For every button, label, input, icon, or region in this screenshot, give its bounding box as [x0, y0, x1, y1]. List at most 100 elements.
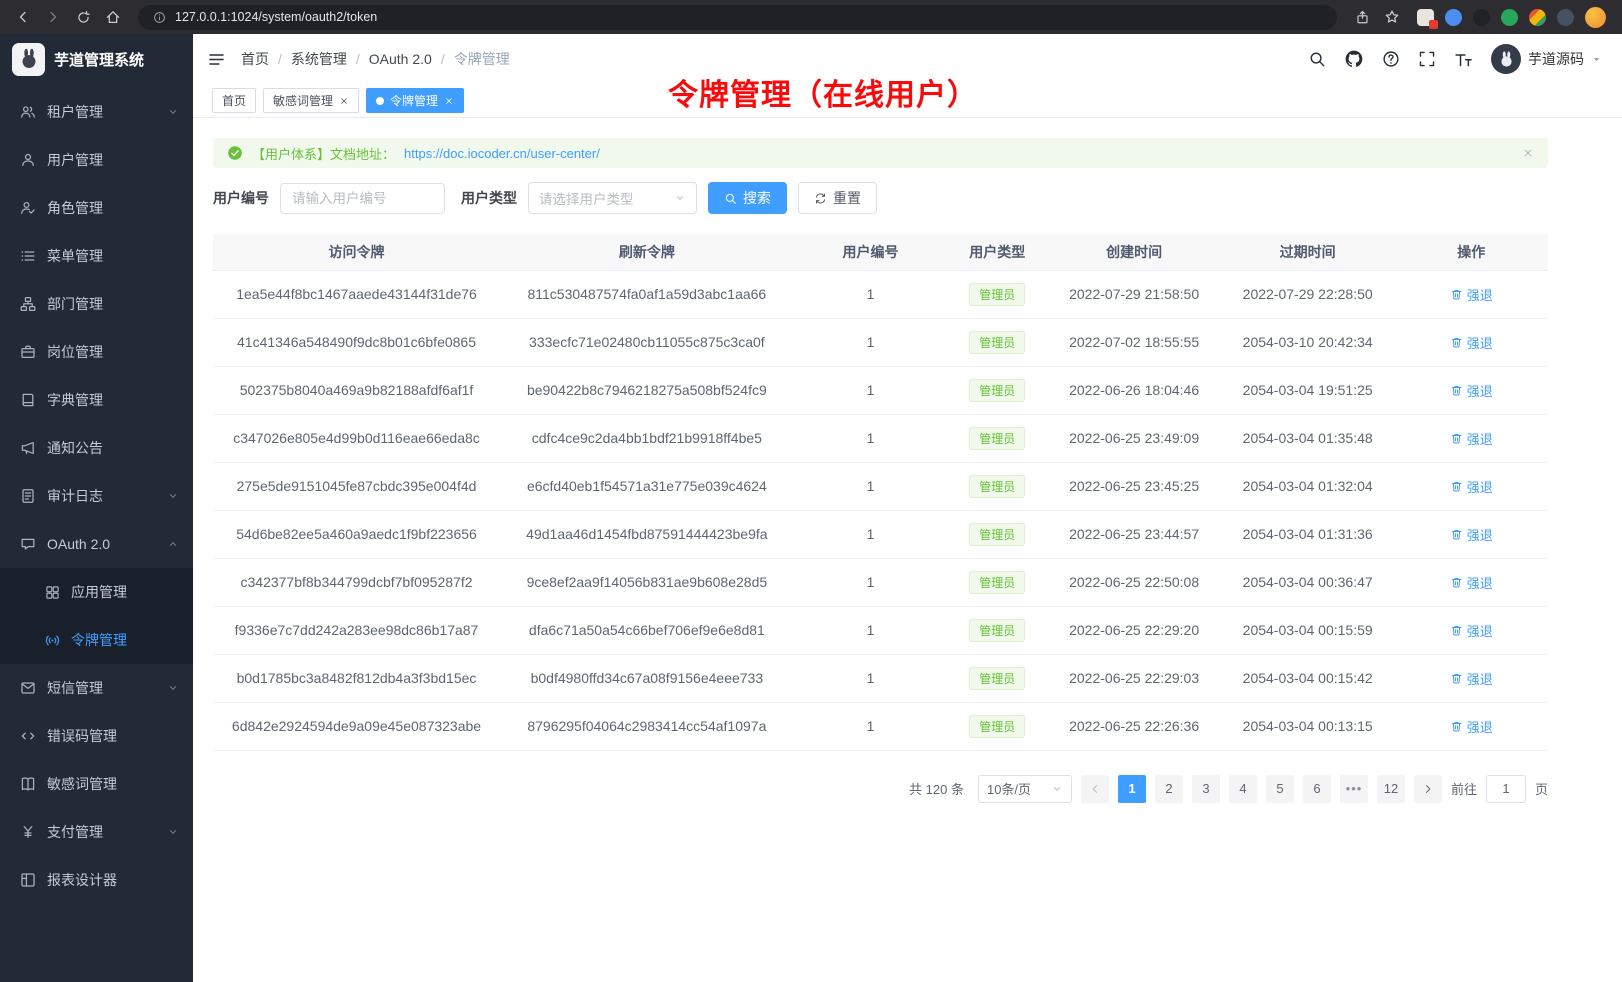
breadcrumb-item[interactable]: 系统管理 [291, 49, 347, 69]
breadcrumb-item[interactable]: OAuth 2.0 [369, 51, 432, 67]
pagination: 共 120 条 10条/页 123456•••12 前往 页 [213, 775, 1548, 827]
force-logout-button[interactable]: 强退 [1450, 669, 1493, 688]
sidebar-item-label: 审计日志 [47, 486, 103, 506]
browser-profile-avatar[interactable] [1585, 7, 1606, 28]
force-logout-button[interactable]: 强退 [1450, 381, 1493, 400]
menu-icon [20, 248, 36, 264]
page-button-12[interactable]: 12 [1377, 775, 1405, 803]
breadcrumb-item[interactable]: 首页 [241, 49, 269, 69]
sidebar-item-error-code[interactable]: 错误码管理 [0, 712, 193, 760]
sidebar-item-post[interactable]: 岗位管理 [0, 328, 193, 376]
close-icon[interactable] [444, 96, 454, 106]
extension-icon[interactable] [1557, 9, 1574, 26]
extension-icon[interactable] [1501, 9, 1518, 26]
doc-link[interactable]: https://doc.iocoder.cn/user-center/ [404, 146, 600, 161]
sidebar-item-dept[interactable]: 部门管理 [0, 280, 193, 328]
goto-page-input[interactable] [1486, 775, 1526, 803]
github-icon[interactable] [1344, 49, 1364, 69]
page-size-select[interactable]: 10条/页 [978, 775, 1072, 803]
tab-token[interactable]: 令牌管理 [366, 88, 464, 113]
force-logout-button[interactable]: 强退 [1450, 429, 1493, 448]
tab-sensitive-word[interactable]: 敏感词管理 [263, 88, 359, 113]
collapse-sidebar-button[interactable] [207, 50, 226, 69]
table-row: 54d6be82ee5a460a9aedc1f9bf22365649d1aa46… [213, 510, 1548, 558]
bookmark-star-icon[interactable] [1379, 4, 1405, 30]
user-id-input[interactable] [280, 183, 445, 214]
sidebar-item-oauth2-app[interactable]: 应用管理 [0, 568, 193, 616]
sidebar-item-tenant[interactable]: 租户管理 [0, 88, 193, 136]
force-logout-button[interactable]: 强退 [1450, 333, 1493, 352]
close-icon[interactable] [339, 96, 349, 106]
next-page-button[interactable] [1414, 775, 1442, 803]
force-logout-button[interactable]: 强退 [1450, 573, 1493, 592]
sidebar-item-oauth2-token[interactable]: 令牌管理 [0, 616, 193, 664]
extension-icon[interactable] [1445, 9, 1462, 26]
post-icon [20, 344, 36, 360]
cell-refresh-token: e6cfd40eb1f54571a31e775e039c4624 [500, 462, 794, 510]
rabbit-logo-icon [1497, 50, 1516, 69]
page-button-5[interactable]: 5 [1266, 775, 1294, 803]
dict-icon [20, 392, 36, 408]
browser-back-button[interactable] [10, 4, 36, 30]
share-icon[interactable] [1349, 4, 1375, 30]
page-button-2[interactable]: 2 [1155, 775, 1183, 803]
cell-access-token: 275e5de9151045fe87cbdc395e004f4d [213, 462, 500, 510]
page-button-1[interactable]: 1 [1118, 775, 1146, 803]
sidebar-item-dict[interactable]: 字典管理 [0, 376, 193, 424]
browser-forward-button[interactable] [40, 4, 66, 30]
fullscreen-icon[interactable] [1418, 50, 1436, 68]
font-size-icon[interactable] [1454, 50, 1473, 69]
extension-icon[interactable] [1529, 9, 1546, 26]
force-logout-button[interactable]: 强退 [1450, 717, 1493, 736]
pagination-total: 共 120 条 [909, 779, 964, 798]
search-button[interactable]: 搜索 [708, 182, 787, 214]
goto-label: 前往 [1451, 779, 1477, 798]
sidebar-item-user[interactable]: 用户管理 [0, 136, 193, 184]
cell-expire-time: 2054-03-04 00:15:42 [1221, 654, 1395, 702]
browser-home-button[interactable] [100, 4, 126, 30]
force-logout-button[interactable]: 强退 [1450, 621, 1493, 640]
force-logout-button[interactable]: 强退 [1450, 525, 1493, 544]
more-pages-button[interactable]: ••• [1340, 775, 1368, 803]
page-button-6[interactable]: 6 [1303, 775, 1331, 803]
tab-home[interactable]: 首页 [212, 88, 256, 113]
user-type-select[interactable]: 请选择用户类型 [528, 182, 697, 214]
cell-user-id: 1 [794, 702, 948, 750]
search-icon[interactable] [1308, 50, 1326, 68]
role-icon [20, 200, 36, 216]
trash-icon [1450, 720, 1463, 733]
user-menu[interactable]: 芋道源码 [1491, 44, 1602, 74]
browser-address-bar[interactable]: 127.0.0.1:1024/system/oauth2/token [138, 5, 1337, 30]
force-logout-button[interactable]: 强退 [1450, 477, 1493, 496]
main-area: 首页/系统管理/OAuth 2.0/令牌管理 芋道源码 首页敏感词管理令牌管理 [193, 34, 1622, 982]
sidebar-item-notice[interactable]: 通知公告 [0, 424, 193, 472]
close-icon[interactable] [1522, 147, 1534, 159]
sidebar-item-role[interactable]: 角色管理 [0, 184, 193, 232]
cell-actions: 强退 [1394, 558, 1548, 606]
sidebar-item-sensitive-word[interactable]: 敏感词管理 [0, 760, 193, 808]
browser-reload-button[interactable] [70, 4, 96, 30]
sidebar-item-oauth2[interactable]: OAuth 2.0 [0, 520, 193, 568]
help-icon[interactable] [1382, 50, 1400, 68]
sidebar-item-pay[interactable]: 支付管理 [0, 808, 193, 856]
force-logout-label: 强退 [1467, 669, 1493, 688]
page-button-3[interactable]: 3 [1192, 775, 1220, 803]
sidebar-item-label: 令牌管理 [71, 630, 127, 650]
sidebar-item-audit-log[interactable]: 审计日志 [0, 472, 193, 520]
prev-page-button[interactable] [1081, 775, 1109, 803]
sidebar-item-sms[interactable]: 短信管理 [0, 664, 193, 712]
site-info-icon[interactable] [150, 8, 168, 26]
reset-button[interactable]: 重置 [798, 182, 877, 214]
cell-created-time: 2022-06-25 23:45:25 [1047, 462, 1221, 510]
page-button-4[interactable]: 4 [1229, 775, 1257, 803]
extension-icon[interactable] [1417, 9, 1434, 26]
chevron-down-icon [1051, 783, 1063, 795]
cell-user-id: 1 [794, 270, 948, 318]
extension-icon[interactable] [1473, 9, 1490, 26]
cell-user-type: 管理员 [947, 366, 1047, 414]
app-logo-row[interactable]: 芋道管理系统 [0, 34, 193, 84]
sidebar-item-menu[interactable]: 菜单管理 [0, 232, 193, 280]
cell-expire-time: 2054-03-04 19:51:25 [1221, 366, 1395, 414]
sidebar-item-report-designer[interactable]: 报表设计器 [0, 856, 193, 904]
force-logout-button[interactable]: 强退 [1450, 285, 1493, 304]
